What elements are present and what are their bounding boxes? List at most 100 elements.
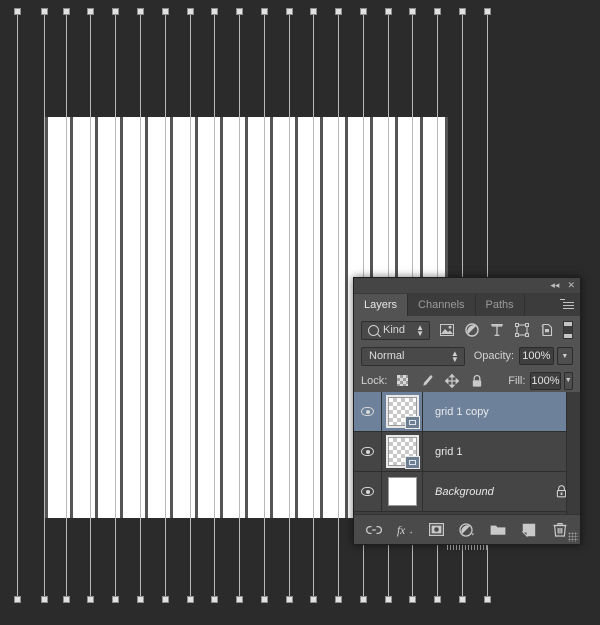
path-guide-line[interactable] — [313, 11, 314, 599]
tab-layers[interactable]: Layers — [354, 294, 409, 316]
path-anchor-point[interactable] — [310, 596, 317, 603]
collapse-panel-icon[interactable]: ◂◂ — [550, 281, 559, 290]
path-anchor-point[interactable] — [162, 596, 169, 603]
new-fill-adjustment-layer-button[interactable] — [459, 521, 476, 538]
layer-thumbnail-cell[interactable] — [382, 392, 423, 431]
path-anchor-point[interactable] — [87, 8, 94, 15]
filter-kind-select[interactable]: Kind ▲ ▼ — [361, 320, 431, 340]
layer-visibility-toggle[interactable] — [354, 392, 382, 431]
path-guide-line[interactable] — [140, 11, 141, 599]
pixel-layer-filter-icon[interactable] — [439, 322, 455, 338]
type-layer-filter-icon[interactable] — [489, 322, 505, 338]
shape-layer-filter-icon[interactable] — [514, 322, 530, 338]
path-anchor-point[interactable] — [137, 8, 144, 15]
path-anchor-point[interactable] — [335, 596, 342, 603]
path-anchor-point[interactable] — [434, 8, 441, 15]
path-guide-line[interactable] — [66, 11, 67, 599]
path-anchor-point[interactable] — [360, 8, 367, 15]
path-guide-line[interactable] — [239, 11, 240, 599]
layers-panel[interactable]: ◂◂ ✕ Layers Channels Paths Kind ▲ ▼ Norm… — [353, 277, 581, 550]
table-row[interactable]: grid 1 — [354, 432, 580, 472]
path-guide-line[interactable] — [214, 11, 215, 599]
blend-mode-row[interactable]: Normal ▲ ▼ Opacity: 100% ▼ — [354, 344, 580, 368]
path-guide-line[interactable] — [90, 11, 91, 599]
path-anchor-point[interactable] — [261, 8, 268, 15]
opacity-slider-chevron-down-icon[interactable]: ▼ — [556, 347, 574, 365]
path-anchor-point[interactable] — [434, 596, 441, 603]
fill-input[interactable]: 100% — [530, 371, 561, 390]
chevron-updown-icon[interactable]: ▲ ▼ — [451, 349, 459, 363]
layer-mask-button[interactable] — [428, 521, 445, 538]
opacity-input[interactable]: 100% — [519, 347, 554, 365]
lock-transparent-pixels-icon[interactable] — [395, 374, 409, 388]
path-anchor-point[interactable] — [112, 596, 119, 603]
table-row[interactable]: Background — [354, 472, 580, 512]
path-anchor-point[interactable] — [63, 8, 70, 15]
layer-visibility-toggle[interactable] — [354, 472, 382, 511]
filter-enable-toggle[interactable] — [563, 321, 573, 339]
layer-name[interactable]: Background — [423, 486, 556, 498]
path-anchor-point[interactable] — [459, 596, 466, 603]
layer-thumbnail-cell[interactable] — [382, 432, 423, 471]
path-anchor-point[interactable] — [484, 596, 491, 603]
path-anchor-point[interactable] — [286, 596, 293, 603]
path-guide-line[interactable] — [165, 11, 166, 599]
layer-filter-row[interactable]: Kind ▲ ▼ — [354, 316, 580, 344]
new-group-button[interactable] — [490, 521, 507, 538]
path-anchor-point[interactable] — [409, 8, 416, 15]
path-anchor-point[interactable] — [14, 8, 21, 15]
path-anchor-point[interactable] — [211, 596, 218, 603]
path-anchor-point[interactable] — [87, 596, 94, 603]
path-anchor-point[interactable] — [137, 596, 144, 603]
lock-all-icon[interactable] — [470, 374, 484, 388]
smart-object-filter-icon[interactable] — [539, 322, 555, 338]
path-anchor-point[interactable] — [236, 596, 243, 603]
path-anchor-point[interactable] — [385, 596, 392, 603]
path-guide-line[interactable] — [17, 11, 18, 599]
tab-paths[interactable]: Paths — [475, 294, 525, 316]
lock-position-icon[interactable] — [445, 373, 460, 388]
path-anchor-point[interactable] — [286, 8, 293, 15]
fill-slider-chevron-down-icon[interactable]: ▼ — [563, 371, 573, 390]
layer-name[interactable]: grid 1 copy — [423, 406, 580, 418]
path-guide-line[interactable] — [338, 11, 339, 599]
path-guide-line[interactable] — [264, 11, 265, 599]
link-layers-button[interactable] — [366, 521, 383, 538]
path-anchor-point[interactable] — [162, 8, 169, 15]
layer-style-button[interactable]: fx — [397, 521, 414, 538]
lock-image-pixels-icon[interactable] — [420, 374, 434, 388]
panel-drag-handle[interactable] — [447, 545, 487, 550]
chevron-updown-icon[interactable]: ▲ ▼ — [416, 323, 424, 337]
path-anchor-point[interactable] — [14, 596, 21, 603]
path-anchor-point[interactable] — [187, 8, 194, 15]
layer-name[interactable]: grid 1 — [423, 446, 580, 458]
path-anchor-point[interactable] — [409, 596, 416, 603]
new-layer-button[interactable] — [521, 521, 538, 538]
delete-layer-button[interactable] — [552, 521, 569, 538]
layer-thumbnail-cell[interactable] — [382, 472, 423, 511]
path-anchor-point[interactable] — [41, 596, 48, 603]
path-anchor-point[interactable] — [236, 8, 243, 15]
layer-list-scrollbar[interactable] — [566, 392, 580, 515]
path-guide-line[interactable] — [115, 11, 116, 599]
path-anchor-point[interactable] — [211, 8, 218, 15]
path-anchor-point[interactable] — [335, 8, 342, 15]
resize-grip-icon[interactable] — [568, 532, 578, 542]
panel-menu-icon[interactable] — [560, 299, 574, 310]
path-anchor-point[interactable] — [310, 8, 317, 15]
path-anchor-point[interactable] — [261, 596, 268, 603]
path-anchor-point[interactable] — [484, 8, 491, 15]
layer-visibility-toggle[interactable] — [354, 432, 382, 471]
panel-tabstrip[interactable]: Layers Channels Paths — [354, 294, 580, 316]
path-anchor-point[interactable] — [187, 596, 194, 603]
path-anchor-point[interactable] — [360, 596, 367, 603]
close-icon[interactable]: ✕ — [567, 281, 575, 290]
path-anchor-point[interactable] — [63, 596, 70, 603]
path-anchor-point[interactable] — [112, 8, 119, 15]
adjustment-layer-filter-icon[interactable] — [464, 322, 480, 338]
path-anchor-point[interactable] — [385, 8, 392, 15]
table-row[interactable]: grid 1 copy — [354, 392, 580, 432]
lock-row[interactable]: Lock: Fill: 100% ▼ — [354, 368, 580, 394]
path-guide-line[interactable] — [289, 11, 290, 599]
path-guide-line[interactable] — [190, 11, 191, 599]
